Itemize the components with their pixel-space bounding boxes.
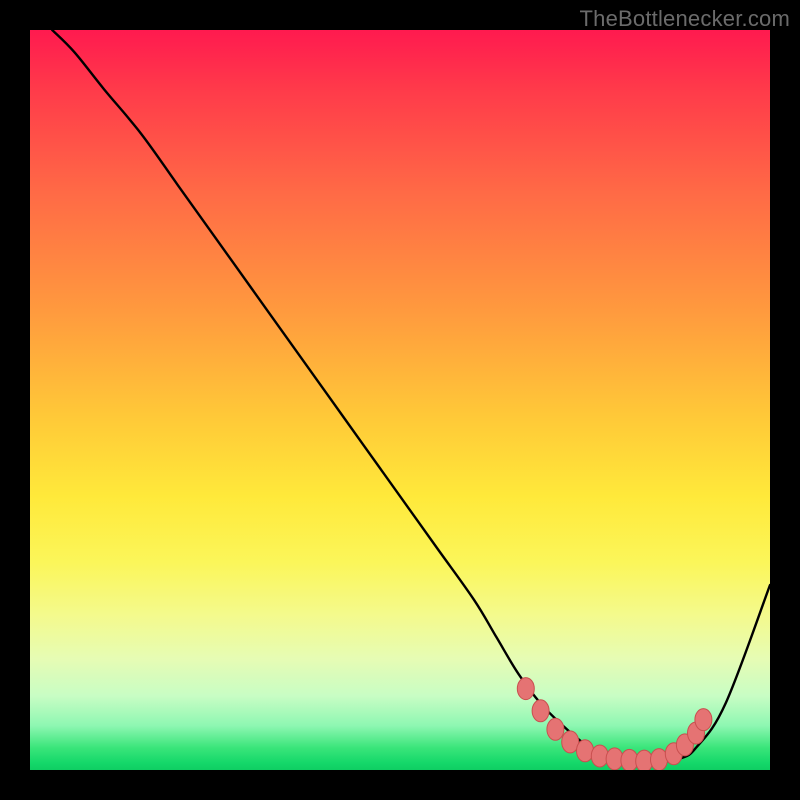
plot-area <box>30 30 770 770</box>
attribution-text: TheBottlenecker.com <box>580 6 790 32</box>
marker-dot <box>517 678 534 700</box>
bottleneck-curve <box>52 30 770 762</box>
marker-dot <box>591 745 608 767</box>
optimal-range-markers <box>517 678 712 770</box>
marker-dot <box>532 700 549 722</box>
marker-dot <box>547 718 564 740</box>
chart-frame: TheBottlenecker.com <box>0 0 800 800</box>
marker-dot <box>577 740 594 762</box>
chart-svg <box>30 30 770 770</box>
marker-dot <box>695 709 712 731</box>
